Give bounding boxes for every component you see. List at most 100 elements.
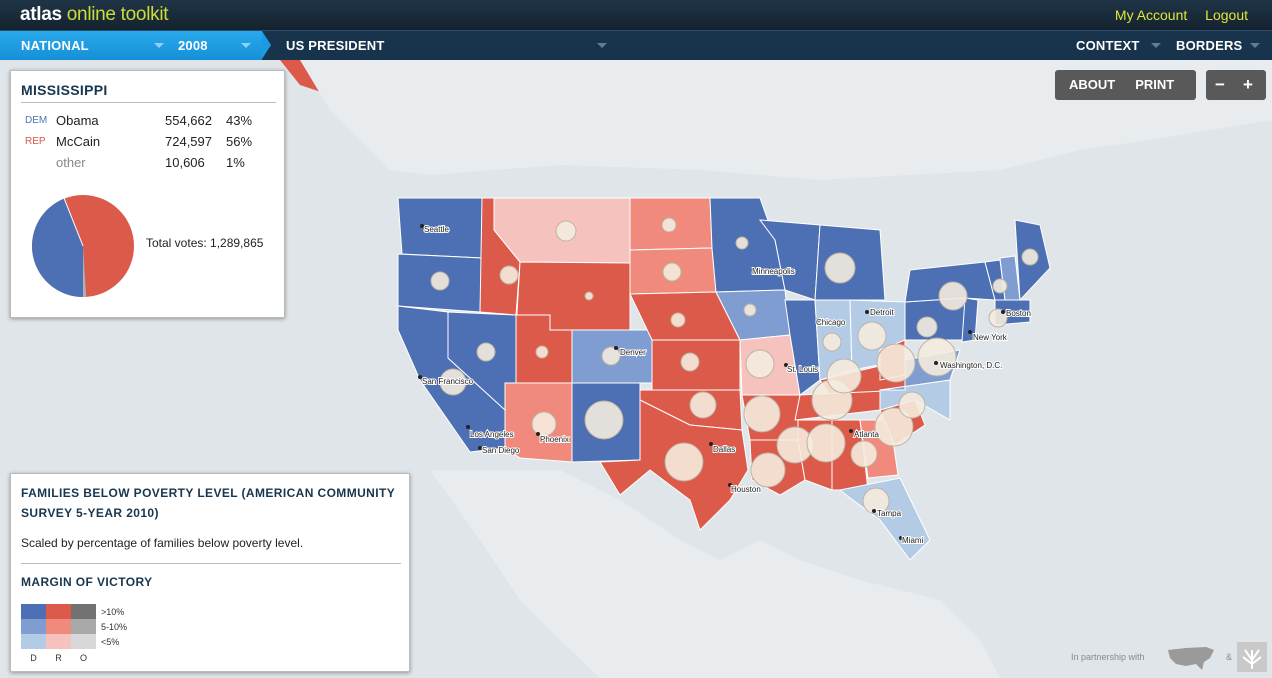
city-label-dallas: Dallas — [713, 445, 735, 454]
year-chevron-down-icon[interactable] — [241, 43, 251, 48]
city-label-los-angeles: Los Angeles — [470, 430, 514, 439]
city-label-denver: Denver — [620, 348, 646, 357]
city-label-boston: Boston — [1006, 309, 1031, 318]
legend-col-dem: D — [30, 653, 37, 663]
swatch-other-light — [71, 634, 96, 649]
nav-bar: NATIONAL 2008 US PRESIDENT CONTEXT BORDE… — [0, 30, 1272, 60]
legend-panel: FAMILIES BELOW POVERTY LEVEL (AMERICAN C… — [10, 473, 410, 672]
candidate-name: other — [56, 155, 86, 170]
result-row-dem: DEM Obama 554,662 43% — [11, 113, 286, 131]
city-dot-los-angeles — [466, 425, 470, 429]
state-title: MISSISSIPPI — [21, 82, 276, 103]
legend-level-high: >10% — [101, 607, 125, 617]
context-chevron-down-icon[interactable] — [1151, 43, 1161, 48]
state-florida[interactable] — [838, 477, 931, 561]
bubble-indiana — [822, 332, 842, 352]
bubble-minnesota — [735, 236, 749, 250]
bubble-colorado — [601, 346, 621, 366]
bubble-oregon — [430, 271, 450, 291]
bubble-oklahoma — [689, 391, 717, 419]
app-logo[interactable]: atlas online toolkit — [20, 4, 169, 26]
state-info-panel: MISSISSIPPI DEM Obama 554,662 43% REP Mc… — [10, 70, 285, 318]
bubble-pennsylvania — [916, 316, 938, 338]
city-label-phoenix: Phoenix — [540, 435, 569, 444]
borders-chevron-down-icon[interactable] — [1250, 43, 1260, 48]
partner-plant-icon — [1237, 642, 1267, 672]
swatch-other-mid — [71, 619, 96, 634]
city-label-san-francisco: San Francisco — [422, 377, 474, 386]
result-row-rep: REP McCain 724,597 56% — [11, 134, 286, 152]
total-votes: Total votes: 1,289,865 — [146, 236, 264, 250]
bubble-nevada — [476, 342, 496, 362]
bubble-north-dakota — [661, 217, 677, 233]
city-dot-atlanta — [849, 429, 853, 433]
city-label-washington: Washington, D.C. — [940, 361, 1002, 370]
bubble-alabama — [806, 423, 846, 463]
city-dot-new-york — [968, 330, 972, 334]
bubble-arkansas — [743, 395, 781, 433]
year-dropdown[interactable]: 2008 — [178, 38, 208, 53]
legend-level-mid: 5-10% — [101, 622, 128, 632]
scope-chevron-down-icon[interactable] — [154, 43, 164, 48]
bubble-montana — [555, 220, 577, 242]
bubble-arizona — [531, 411, 557, 437]
legend-title-line2: SURVEY 5-YEAR 2010) — [21, 506, 159, 520]
partner-ampersand: & — [1226, 652, 1233, 662]
bubble-wyoming — [584, 291, 594, 301]
scope-dropdown[interactable]: NATIONAL — [21, 38, 89, 53]
bubble-iowa — [743, 303, 757, 317]
bubble-west-virginia — [876, 343, 916, 383]
logout-link[interactable]: Logout — [1205, 7, 1248, 23]
vote-pie-chart — [32, 195, 134, 297]
candidate-percent: 1% — [226, 155, 245, 170]
usa-logo-icon — [1168, 647, 1214, 670]
bubble-nebraska — [670, 312, 686, 328]
bubble-utah — [535, 345, 549, 359]
zoom-controls: − + — [1206, 70, 1266, 100]
legend-divider — [21, 563, 401, 564]
swatch-dem-light — [21, 634, 46, 649]
city-label-atlanta: Atlanta — [854, 430, 879, 439]
swatch-rep-light — [46, 634, 71, 649]
city-dot-boston — [1001, 310, 1005, 314]
account-links: My Account Logout — [1101, 7, 1248, 23]
bubble-new-mexico — [584, 400, 624, 440]
app-header: atlas online toolkit My Account Logout — [0, 0, 1272, 30]
race-chevron-down-icon[interactable] — [597, 43, 607, 48]
city-dot-tampa — [872, 509, 876, 513]
legend-col-other: O — [79, 653, 87, 663]
zoom-in-button[interactable]: + — [1234, 70, 1262, 100]
bubble-ohio — [857, 321, 887, 351]
zoom-out-button[interactable]: − — [1206, 70, 1234, 100]
party-label: DEM — [25, 115, 48, 126]
nav-arrow — [262, 31, 271, 59]
city-label-seattle: Seattle — [424, 225, 449, 234]
candidate-name: McCain — [56, 134, 101, 149]
my-account-link[interactable]: My Account — [1115, 7, 1187, 23]
bubble-missouri — [745, 349, 775, 379]
about-button[interactable]: ABOUT — [1055, 70, 1129, 100]
bubble-north-carolina — [898, 391, 926, 419]
swatch-rep-strong — [46, 604, 71, 619]
race-dropdown[interactable]: US PRESIDENT — [286, 38, 384, 53]
swatch-other-strong — [71, 604, 96, 619]
bubble-vermont — [992, 278, 1008, 294]
bubble-louisiana — [750, 452, 786, 488]
city-dot-detroit — [865, 310, 869, 314]
candidate-name: Obama — [56, 113, 99, 128]
city-label-new-york: New York — [973, 333, 1008, 342]
swatch-rep-mid — [46, 619, 71, 634]
print-button[interactable]: PRINT — [1129, 70, 1188, 100]
result-row-other: other 10,606 1% — [11, 155, 286, 173]
borders-dropdown[interactable]: BORDERS — [1176, 38, 1242, 53]
city-label-houston: Houston — [731, 485, 761, 494]
context-dropdown[interactable]: CONTEXT — [1076, 38, 1140, 53]
city-dot-denver — [614, 346, 618, 350]
bubble-maine — [1021, 248, 1039, 266]
partner-text: In partnership with — [1071, 652, 1145, 662]
bubble-michigan — [824, 252, 856, 284]
city-label-detroit: Detroit — [870, 308, 894, 317]
city-label-st-louis: St. Louis — [787, 365, 818, 374]
legend-title-line1: FAMILIES BELOW POVERTY LEVEL (AMERICAN C… — [21, 486, 396, 500]
candidate-votes: 554,662 — [165, 113, 212, 128]
